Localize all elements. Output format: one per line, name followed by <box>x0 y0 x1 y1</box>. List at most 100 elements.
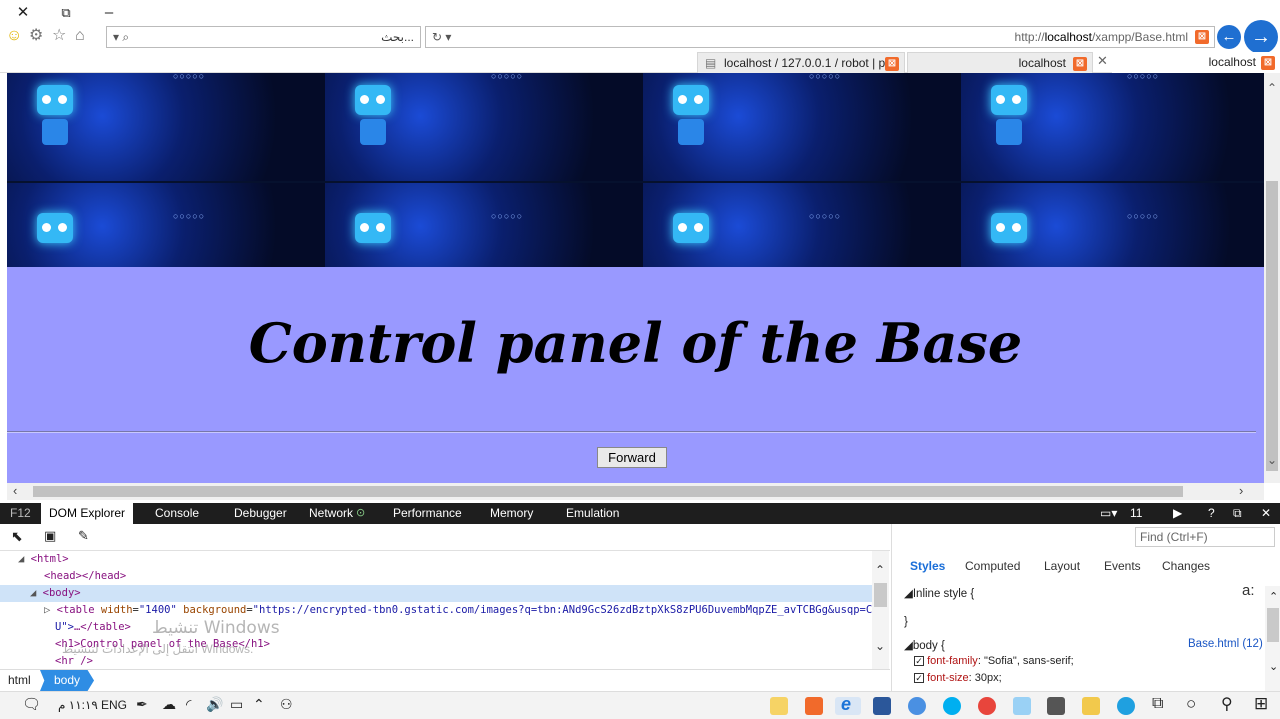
cortana-icon[interactable]: ○ <box>1186 694 1196 714</box>
tab-emulation[interactable]: Emulation <box>566 503 619 524</box>
tab-memory[interactable]: Memory <box>490 503 533 524</box>
tab-layout[interactable]: Layout <box>1044 559 1080 573</box>
tab-localhost-active[interactable]: localhost ⊠ <box>1112 52 1280 73</box>
find-input[interactable]: Find (Ctrl+F) <box>1135 527 1275 547</box>
scroll-down-icon[interactable]: ⌄ <box>1269 660 1278 673</box>
pen-icon[interactable]: ✒ <box>136 696 148 713</box>
minimize-window-icon[interactable]: – <box>99 3 119 23</box>
decorative-dots: ○○○○○ <box>809 211 842 221</box>
document-mode-icon[interactable]: ▭▾ <box>1100 503 1117 524</box>
dom-node-html[interactable]: ◢ <html> <box>0 551 872 568</box>
select-element-icon[interactable]: ⬉ <box>11 528 23 545</box>
clock[interactable]: ١١:١٩ م <box>58 698 98 712</box>
notepad-icon[interactable] <box>770 697 788 715</box>
xampp-taskbar-icon[interactable] <box>805 697 823 715</box>
photos-icon[interactable] <box>1013 697 1031 715</box>
scroll-up-icon[interactable]: ⌃ <box>875 563 885 577</box>
breadcrumb-html[interactable]: html <box>8 673 31 687</box>
scrollbar-thumb[interactable] <box>33 486 1183 497</box>
dom-node-body[interactable]: ◢ <body> <box>0 585 872 602</box>
notifications-icon[interactable]: 🗨 <box>22 695 41 713</box>
rule-source-link[interactable]: Base.html (12) <box>1188 638 1263 650</box>
chrome-icon[interactable] <box>978 697 996 715</box>
dom-node-head[interactable]: <head></head> <box>0 568 872 585</box>
robot-tile: ○○○○○ <box>7 73 325 181</box>
highlight-element-icon[interactable]: ▣ <box>44 528 56 544</box>
window-title-bar: ✕ ⧉ – <box>0 0 1280 26</box>
search-input[interactable]: ▾ ⌕ بحث... <box>106 26 421 48</box>
tab-phpmyadmin[interactable]: ▤ localhost / 127.0.0.1 / robot | p... ⊠ <box>697 52 905 73</box>
dom-scrollbar[interactable]: ⌃ ⌄ <box>872 551 889 669</box>
color-picker-icon[interactable]: ✎ <box>78 528 89 544</box>
scroll-down-icon[interactable]: ⌄ <box>1267 453 1277 467</box>
close-window-icon[interactable]: ✕ <box>13 3 33 23</box>
robot-background-banner: ○○○○○ ○○○○○ ○○○○○ ○○○○○ ○○○○○ ○○○○○ ○○○○○ ○○○○○ <box>7 73 1264 267</box>
close-tab-icon[interactable]: ✕ <box>1097 53 1108 69</box>
people-icon[interactable]: ⚇ <box>280 696 293 713</box>
word-icon[interactable] <box>873 697 891 715</box>
wifi-icon[interactable]: ◜ <box>186 696 191 713</box>
tab-localhost-1[interactable]: localhost ⊠ <box>907 52 1093 73</box>
onedrive-icon[interactable]: ☁ <box>162 696 176 713</box>
page-vertical-scrollbar[interactable]: ⌃ ⌄ <box>1264 73 1280 483</box>
dom-node-table[interactable]: ▷ <table width="1400" background="https:… <box>0 602 872 619</box>
scrollbar-thumb[interactable] <box>874 583 887 607</box>
scroll-down-icon[interactable]: ⌄ <box>875 639 885 653</box>
tab-changes[interactable]: Changes <box>1162 559 1210 573</box>
forward-nav-button[interactable]: → <box>1244 20 1278 54</box>
settings-gear-icon[interactable]: ⚙ <box>29 26 43 46</box>
tab-dom-explorer[interactable]: DOM Explorer <box>41 503 134 524</box>
robot-tile: ○○○○○ <box>325 183 643 267</box>
restore-window-icon[interactable]: ⧉ <box>56 3 76 23</box>
smiley-feedback-icon[interactable]: ☺ <box>6 26 22 46</box>
file-explorer-icon[interactable] <box>1082 697 1100 715</box>
start-windows-icon[interactable]: ⊞ <box>1254 694 1268 714</box>
back-button[interactable]: ← <box>1217 25 1241 49</box>
search-icon[interactable]: ⚲ <box>1221 694 1233 714</box>
skype-icon[interactable] <box>943 697 961 715</box>
store-icon[interactable] <box>1047 697 1065 715</box>
forward-button[interactable]: Forward <box>597 447 667 468</box>
page-horizontal-scrollbar[interactable]: ‹ › <box>7 483 1264 500</box>
close-devtools-icon[interactable]: ✕ <box>1261 503 1271 524</box>
scrollbar-thumb[interactable] <box>1266 181 1278 471</box>
search-dropdown-icon[interactable]: ▾ ⌕ <box>113 27 129 47</box>
css-prop-font-size[interactable]: ✓ font-size: 30px; <box>914 672 1002 684</box>
tab-events[interactable]: Events <box>1104 559 1141 573</box>
tab-computed[interactable]: Computed <box>965 559 1020 573</box>
text-size-icon[interactable]: a: <box>1242 582 1255 599</box>
styles-scrollbar[interactable]: ⌃ ⌄ <box>1265 586 1280 691</box>
favorites-star-icon[interactable]: ☆ <box>52 26 66 46</box>
document-mode-value[interactable]: 11 <box>1130 503 1142 524</box>
scroll-up-icon[interactable]: ⌃ <box>1269 590 1278 603</box>
scrollbar-thumb[interactable] <box>1267 608 1279 642</box>
scroll-right-icon[interactable]: › <box>1239 483 1243 498</box>
internet-explorer-icon[interactable]: e <box>835 694 861 715</box>
show-hidden-icons-icon[interactable]: ⌃ <box>253 696 265 713</box>
scroll-left-icon[interactable]: ‹ <box>13 483 17 498</box>
tab-styles[interactable]: Styles <box>910 559 945 573</box>
breadcrumb-body[interactable]: body <box>40 670 95 691</box>
css-prop-font-family[interactable]: ✓ font-family: "Sofia", sans-serif; <box>914 655 1074 667</box>
tab-console[interactable]: Console <box>155 503 199 524</box>
tab-network[interactable]: Network <box>309 503 353 524</box>
chrome-alt-icon[interactable] <box>908 697 926 715</box>
task-view-icon[interactable]: ⧉ <box>1152 695 1163 713</box>
language-indicator[interactable]: ENG <box>101 698 127 712</box>
edge-icon[interactable] <box>1117 697 1135 715</box>
tab-performance[interactable]: Performance <box>393 503 462 524</box>
undock-icon[interactable]: ⧉ <box>1233 503 1242 524</box>
tab-debugger[interactable]: Debugger <box>234 503 287 524</box>
console-toggle-icon[interactable]: ▶ <box>1173 503 1182 524</box>
breadcrumb: html body <box>0 669 890 691</box>
refresh-icon[interactable]: ↻ ▾ <box>432 27 451 47</box>
scroll-up-icon[interactable]: ⌃ <box>1267 81 1277 95</box>
battery-icon[interactable]: ▭ <box>230 696 243 713</box>
volume-icon[interactable]: 🔊 <box>206 696 223 713</box>
decorative-dots: ○○○○○ <box>1127 73 1160 81</box>
address-row: ☺ ⚙ ☆ ⌂ ▾ ⌕ بحث... ↻ ▾ http://localhost/… <box>0 20 1280 54</box>
robot-head <box>37 85 73 115</box>
home-icon[interactable]: ⌂ <box>75 26 85 46</box>
address-bar[interactable]: ↻ ▾ http://localhost/xampp/Base.html ⊠ <box>425 26 1215 48</box>
help-icon[interactable]: ? <box>1208 503 1215 524</box>
